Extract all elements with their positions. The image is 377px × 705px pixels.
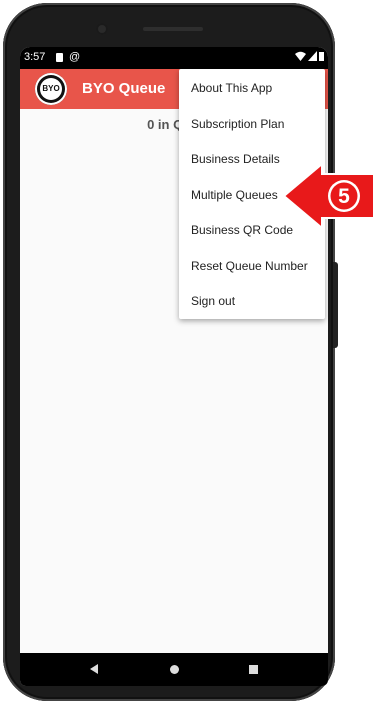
status-time: 3:57 [24,51,46,63]
navigation-bar [20,653,328,686]
back-icon[interactable] [90,664,98,674]
phone-frame: 3:57 @ BYO BYO Queue 0 in About This App… [3,3,335,701]
battery-icon [319,52,324,61]
app-title: BYO Queue [82,80,166,97]
step-callout: 5 [282,161,374,231]
home-icon[interactable] [170,665,179,674]
wifi-icon [295,51,306,61]
side-button [333,262,338,348]
signal-icon [308,51,317,61]
app-logo-text: BYO [40,78,62,100]
at-sign-icon: @ [69,51,81,63]
earpiece-speaker [143,27,203,31]
menu-item-about[interactable]: About This App [179,71,325,106]
sim-card-icon [56,52,63,62]
phone-screen: 3:57 @ BYO BYO Queue 0 in About This App… [20,47,328,686]
menu-item-reset-queue-number[interactable]: Reset Queue Number [179,249,325,284]
status-bar: 3:57 @ [20,47,328,69]
menu-item-subscription-plan[interactable]: Subscription Plan [179,107,325,142]
step-number: 5 [338,185,350,208]
app-logo: BYO [35,73,67,105]
front-camera [96,23,108,35]
menu-item-sign-out[interactable]: Sign out [179,284,325,319]
recents-icon[interactable] [249,665,258,674]
